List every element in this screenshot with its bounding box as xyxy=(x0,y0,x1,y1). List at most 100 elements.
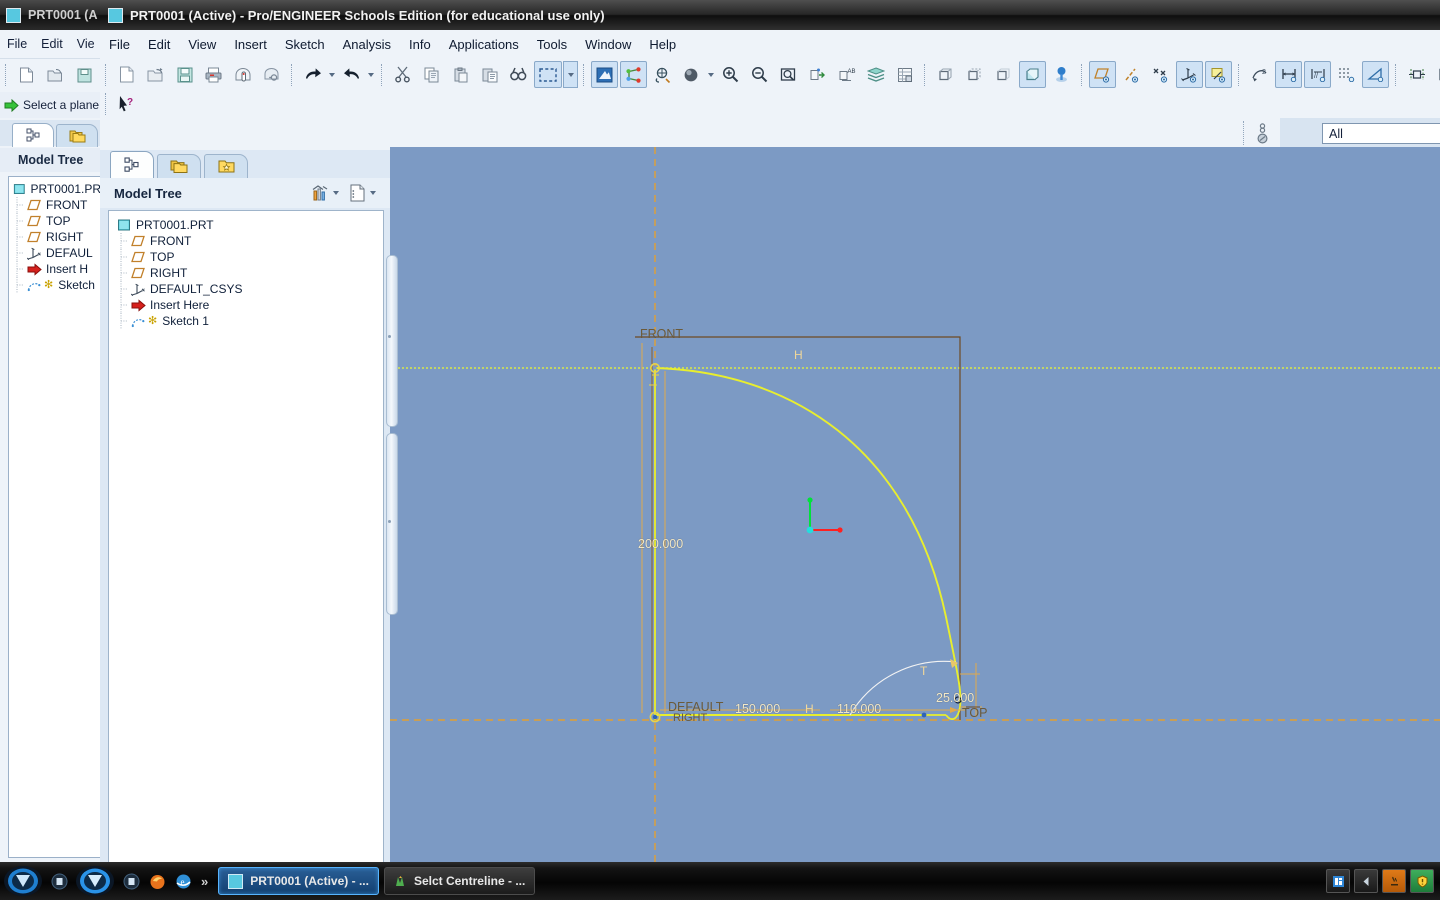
layer-text-icon[interactable]: AB xyxy=(833,61,860,88)
folder-browser-tab[interactable] xyxy=(157,154,201,178)
main-proe-window[interactable]: PRT0001 (Active) - Pro/ENGINEER Schools … xyxy=(100,0,1440,862)
open-icon[interactable] xyxy=(42,62,69,89)
start-orb-primary[interactable] xyxy=(0,864,46,898)
csys-display-icon[interactable] xyxy=(1176,61,1203,88)
background-proe-window[interactable]: PRT0001 (A File Edit Vie Select a plane … xyxy=(0,0,102,862)
tree-node[interactable]: x DEFAUL xyxy=(13,245,100,261)
selection-filter-input[interactable] xyxy=(1322,123,1440,144)
paste-icon[interactable] xyxy=(447,61,474,88)
appearance-icon[interactable] xyxy=(1048,61,1075,88)
shading-on-icon[interactable] xyxy=(1019,61,1046,88)
spin-center-icon[interactable] xyxy=(649,61,676,88)
mirror-icon[interactable] xyxy=(1432,61,1440,88)
main-menubar[interactable]: File Edit View Insert Sketch Analysis In… xyxy=(100,30,1440,59)
print-preview-icon[interactable] xyxy=(229,61,256,88)
background-dock-tabs[interactable] xyxy=(0,120,100,147)
dimension-200[interactable]: 200.000 xyxy=(638,537,683,551)
hidden-line-icon[interactable] xyxy=(961,61,988,88)
background-menu-view[interactable]: Vie xyxy=(70,37,100,51)
wireframe-icon[interactable] xyxy=(932,61,959,88)
background-menu-file[interactable]: File xyxy=(0,37,34,51)
tree-node[interactable]: RIGHT xyxy=(13,229,100,245)
background-model-tree[interactable]: PRT0001.PR FRONT TOP RIGHT x DEFAUL Insert H ✻ S… xyxy=(8,176,100,858)
vertex-icon[interactable] xyxy=(1362,61,1389,88)
paste-special-icon[interactable] xyxy=(476,61,503,88)
shield-icon[interactable] xyxy=(1410,869,1434,893)
save-icon[interactable] xyxy=(71,62,98,89)
tree-node[interactable]: ✻ Sketch 1 xyxy=(117,313,383,329)
show-desktop-icon[interactable] xyxy=(46,866,72,896)
main-toolbar-row-1[interactable]: AB 2 // xyxy=(100,59,1440,90)
dimension-110[interactable]: 110.000 xyxy=(837,702,881,716)
constraint-icon[interactable]: // xyxy=(1304,61,1331,88)
dimension-icon[interactable] xyxy=(1275,61,1302,88)
explode-icon[interactable] xyxy=(891,61,918,88)
menu-view[interactable]: View xyxy=(179,34,225,55)
dock-tab-strip[interactable] xyxy=(100,150,390,178)
menu-file[interactable]: File xyxy=(100,34,139,55)
open-icon[interactable] xyxy=(142,61,169,88)
menu-tools[interactable]: Tools xyxy=(528,34,576,55)
monitor-icon[interactable] xyxy=(1326,869,1350,893)
menu-sketch[interactable]: Sketch xyxy=(276,34,334,55)
back-arrow-icon[interactable] xyxy=(1354,869,1378,893)
main-toolbar-row-2[interactable]: ? xyxy=(100,90,1440,118)
new-icon[interactable] xyxy=(113,61,140,88)
firefox-icon[interactable] xyxy=(144,866,170,896)
modify-icon[interactable] xyxy=(1403,61,1430,88)
settings-button[interactable] xyxy=(309,182,331,204)
tree-node[interactable]: RIGHT xyxy=(117,265,383,281)
point-display-icon[interactable] xyxy=(1147,61,1174,88)
repaint-icon[interactable] xyxy=(591,61,618,88)
background-window-menubar[interactable]: File Edit Vie xyxy=(0,30,100,58)
menu-analysis[interactable]: Analysis xyxy=(334,34,400,55)
taskbar-window-proe[interactable]: PRT0001 (Active) - ... xyxy=(218,867,379,895)
start-orb-secondary[interactable] xyxy=(72,864,118,898)
overflow-chevron[interactable]: » xyxy=(201,874,208,889)
main-window-titlebar[interactable]: PRT0001 (Active) - Pro/ENGINEER Schools … xyxy=(100,0,1440,30)
model-tree-dock[interactable]: Model Tree PRT0001.PRT FRONT TOP RIGHT x… xyxy=(100,150,390,862)
axis-display-icon[interactable] xyxy=(1118,61,1145,88)
background-window-titlebar[interactable]: PRT0001 (A xyxy=(0,0,100,30)
plane-display-icon[interactable] xyxy=(1089,61,1116,88)
settings-caret[interactable] xyxy=(331,182,341,204)
menu-insert[interactable]: Insert xyxy=(225,34,276,55)
redo-dropdown-caret[interactable] xyxy=(366,64,376,86)
datum-display-icon[interactable] xyxy=(620,61,647,88)
regeneration-icon[interactable] xyxy=(1250,122,1274,146)
shading-dropdown-caret[interactable] xyxy=(706,64,716,86)
dock-splitter[interactable] xyxy=(384,255,398,615)
mail-icon[interactable] xyxy=(258,61,285,88)
background-window-toolbar[interactable] xyxy=(0,58,100,91)
system-tray[interactable] xyxy=(1324,869,1440,893)
copy-icon[interactable] xyxy=(418,61,445,88)
refit-icon[interactable] xyxy=(775,61,802,88)
tree-node[interactable]: PRT0001.PR xyxy=(13,181,100,197)
dimension-25[interactable]: 25.000 xyxy=(936,691,974,705)
tree-node[interactable]: ✻ Sketch xyxy=(13,277,100,293)
splitter-handle-lower[interactable] xyxy=(386,433,398,615)
background-folder-tab[interactable] xyxy=(56,124,98,147)
find-icon[interactable] xyxy=(505,61,532,88)
help-pointer-icon[interactable]: ? xyxy=(113,91,140,118)
annotation-display-icon[interactable] xyxy=(1205,61,1232,88)
select-box-icon[interactable] xyxy=(534,61,562,88)
menu-window[interactable]: Window xyxy=(576,34,640,55)
undo-dropdown-caret[interactable] xyxy=(327,64,337,86)
grid-icon[interactable] xyxy=(1333,61,1360,88)
tree-node[interactable]: x DEFAULT_CSYS xyxy=(117,281,383,297)
menu-applications[interactable]: Applications xyxy=(440,34,528,55)
dimension-150[interactable]: 150.000 xyxy=(735,702,780,716)
menu-info[interactable]: Info xyxy=(400,34,440,55)
cad-viewport[interactable]: FRONT TOP DEFAULT RIGHT 200.000 150.000 … xyxy=(390,147,1440,862)
layers-icon[interactable] xyxy=(862,61,889,88)
background-menu-edit[interactable]: Edit xyxy=(34,37,70,51)
no-hidden-icon[interactable] xyxy=(990,61,1017,88)
taskbar-window-selct-centreline[interactable]: Selct Centreline - ... xyxy=(383,867,536,895)
favorites-tab[interactable] xyxy=(204,154,248,178)
ie-icon[interactable]: e xyxy=(170,866,196,896)
undo-icon[interactable] xyxy=(299,61,326,88)
tree-node[interactable]: Insert H xyxy=(13,261,100,277)
shading-icon[interactable] xyxy=(678,61,705,88)
tree-node[interactable]: Insert Here xyxy=(117,297,383,313)
